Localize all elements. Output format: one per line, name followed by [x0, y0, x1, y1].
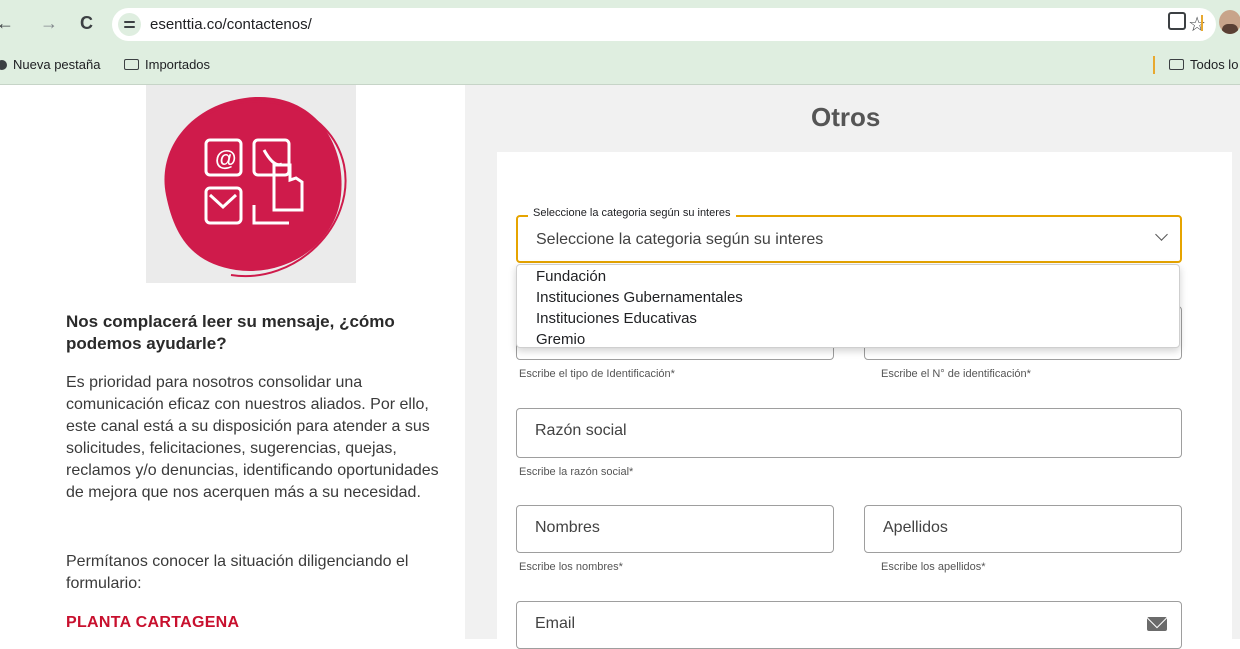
bookmark-favicon-icon: [0, 60, 7, 70]
bookmark-new-tab[interactable]: Nueva pestaña: [0, 57, 100, 72]
company-name-helper: Escribe la razón social*: [519, 466, 634, 478]
category-select[interactable]: Seleccione la categoria según su interes: [516, 215, 1182, 263]
email-placeholder: Email: [535, 615, 576, 632]
category-dropdown: Fundación Instituciones Gubernamentales …: [516, 264, 1180, 348]
last-name-helper: Escribe los apellidos*: [881, 561, 986, 573]
bookmark-label: Nueva pestaña: [13, 57, 101, 72]
intro-paragraph: Es prioridad para nosotros consolidar un…: [66, 374, 439, 501]
contact-channels-illustration: @: [164, 96, 347, 278]
plant-heading: PLANTA CARTAGENA: [66, 614, 240, 631]
bookmark-star-icon[interactable]: ☆: [1188, 12, 1206, 37]
url-text[interactable]: esenttia.co/contactenos/: [150, 16, 312, 33]
folder-icon: [1169, 59, 1184, 70]
bookmark-imported[interactable]: Importados: [124, 57, 210, 72]
id-number-helper: Escribe el N° de identificación*: [881, 368, 1031, 380]
form-title: Otros: [811, 102, 881, 132]
site-info-icon[interactable]: [118, 13, 141, 36]
last-name-placeholder: Apellidos: [883, 519, 948, 536]
last-name-field[interactable]: Apellidos: [864, 505, 1182, 553]
company-name-field[interactable]: Razón social: [516, 408, 1182, 458]
contact-illustration: @: [146, 85, 356, 283]
back-button[interactable]: ←: [0, 12, 14, 34]
extensions-icon[interactable]: [1168, 12, 1186, 30]
envelope-icon: [1147, 617, 1167, 631]
bookmarks-divider: [1153, 56, 1155, 74]
chevron-down-icon[interactable]: [1155, 228, 1168, 241]
address-bar[interactable]: esenttia.co/contactenos/ ☆: [112, 8, 1216, 41]
first-name-helper: Escribe los nombres*: [519, 561, 623, 573]
intro-instruction: Permítanos conocer la situación diligenc…: [66, 553, 409, 592]
first-name-placeholder: Nombres: [535, 519, 600, 536]
category-select-value: Seleccione la categoria según su interes: [536, 231, 824, 248]
svg-text:@: @: [215, 146, 236, 171]
option-instituciones-educativas[interactable]: Instituciones Educativas: [536, 308, 1179, 329]
folder-icon: [124, 59, 139, 70]
id-type-helper: Escribe el tipo de Identificación*: [519, 368, 675, 380]
first-name-field[interactable]: Nombres: [516, 505, 834, 553]
browser-toolbar: ← → C esenttia.co/contactenos/ ☆: [0, 0, 1240, 47]
bookmark-label: Importados: [145, 57, 211, 72]
company-name-placeholder: Razón social: [535, 422, 627, 439]
all-bookmarks[interactable]: Todos lo: [1169, 57, 1238, 72]
all-bookmarks-label: Todos lo: [1190, 57, 1239, 72]
option-fundacion[interactable]: Fundación: [536, 266, 1179, 287]
option-instituciones-gubernamentales[interactable]: Instituciones Gubernamentales: [536, 287, 1179, 308]
option-gremio[interactable]: Gremio: [536, 329, 1179, 350]
category-select-label: Seleccione la categoria según su interes: [528, 207, 736, 219]
reload-button[interactable]: C: [80, 12, 93, 34]
profile-avatar[interactable]: [1219, 10, 1240, 34]
bookmarks-bar: Nueva pestaña Importados Todos lo: [0, 47, 1240, 85]
toolbar-divider: [1201, 15, 1203, 31]
intro-heading: Nos complacerá leer su mensaje, ¿cómo po…: [66, 312, 395, 353]
email-field[interactable]: Email: [516, 601, 1182, 649]
forward-button[interactable]: →: [40, 12, 58, 34]
